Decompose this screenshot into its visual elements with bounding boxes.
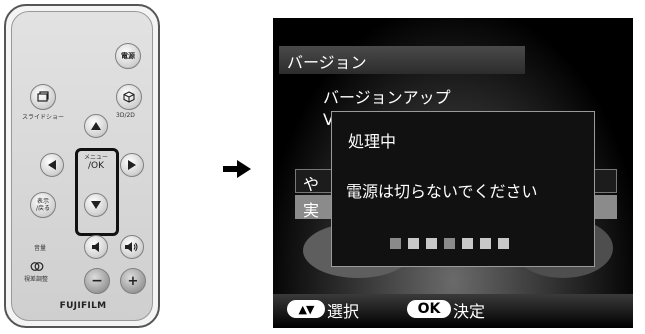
arrow-right-icon [128,160,136,170]
parallax-plus-button[interactable]: + [120,268,146,294]
menu-item-firmware-update[interactable]: バージョンアップ [323,84,451,108]
plus-label: + [127,273,139,289]
volume-up-button[interactable] [120,235,144,259]
progress-block [480,238,491,249]
dpad-left-button[interactable] [40,153,64,177]
progress-indicator [390,238,509,249]
remote-control: 電源 スライドショー 3D/2D メニュー /OK 表示 /戻る 音量 視差調整… [4,4,160,328]
highlight-frame [75,148,119,236]
dialog-message: 電源は切らないでください [346,182,538,201]
dpad-up-button[interactable] [84,114,108,138]
display-back-label-top: 表示 [36,198,49,205]
progress-block [426,238,437,249]
camera-screen: バージョン バージョンアップ V や 実 処理中 電源は切らないでください ▲▼… [273,18,633,328]
transition-arrow-icon [223,160,251,178]
dialog-title: 処理中 [348,132,397,151]
select-keys-pill: ▲▼ [287,300,325,318]
speaker-high-icon [125,242,138,252]
display-back-button[interactable]: 表示 /戻る [30,192,56,218]
page-title: バージョン [287,53,367,72]
speaker-low-icon [92,242,99,252]
cube-icon [123,91,135,103]
progress-block [390,238,401,249]
progress-block [498,238,509,249]
remote-body: 電源 スライドショー 3D/2D メニュー /OK 表示 /戻る 音量 視差調整… [11,11,153,321]
progress-block [408,238,419,249]
brand-logo: FUJIFILM [59,301,107,311]
parallax-minus-button[interactable]: − [84,268,110,294]
arrow-up-icon [91,122,101,130]
progress-block [444,238,455,249]
arrow-left-icon [48,160,56,170]
minus-label: − [91,273,103,289]
volume-down-button[interactable] [84,235,108,259]
ok-hint-label: 決定 [453,302,486,321]
power-button-label: 電源 [121,52,135,60]
up-down-icon: ▲▼ [298,302,315,316]
mode-3d2d-label: 3D/2D [116,112,135,119]
power-button[interactable]: 電源 [115,43,141,69]
menu-item-cancel-partial: や [303,175,320,194]
volume-label: 音量 [34,245,47,252]
slideshow-label: スライドショー [22,114,65,121]
display-back-label-bottom: /戻る [35,205,51,212]
mode-3d2d-button[interactable] [116,84,142,110]
select-hint-label: 選択 [327,302,360,321]
progress-block [462,238,473,249]
menu-item-execute-partial: 実 [303,201,320,220]
ok-icon: OK [417,301,441,317]
dpad-right-button[interactable] [120,153,144,177]
processing-dialog: 処理中 電源は切らないでください [331,111,595,267]
parallax-icon [30,262,44,271]
slideshow-icon [37,91,49,102]
ok-key-pill: OK [407,300,451,318]
parallax-label: 視差調整 [24,276,49,283]
slideshow-button[interactable] [30,84,56,110]
